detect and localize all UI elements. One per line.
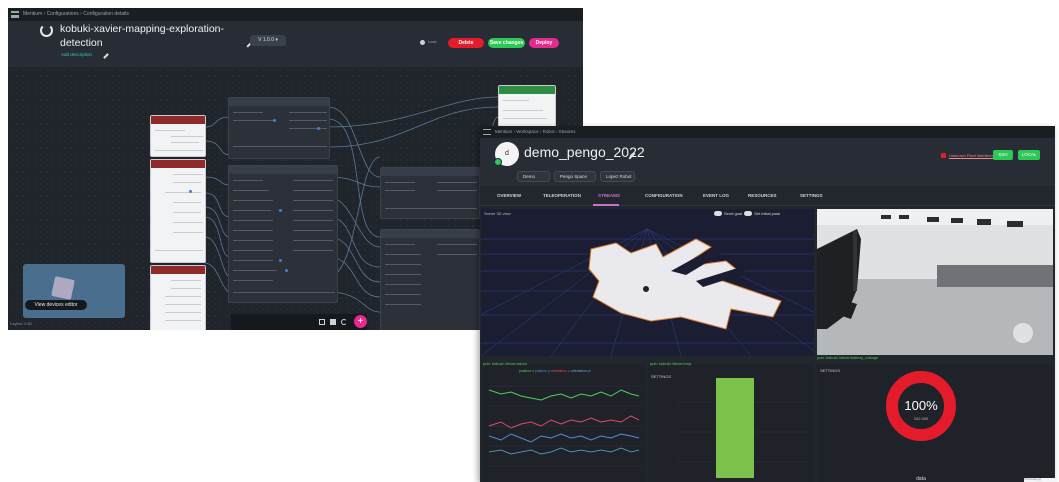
version-selector[interactable]: V 1.0.0 ▾	[250, 35, 286, 46]
tab-bar: OVERVIEW TELEOPERATION STREAMS CONFIGURA…	[480, 186, 1055, 206]
graph-node[interactable]	[380, 167, 480, 219]
local-button[interactable]: LOCAL	[1018, 150, 1040, 160]
robot-name: demo_pengo_2022	[524, 144, 645, 160]
legend-item: position.y	[534, 369, 550, 373]
lock-label: Lock	[428, 39, 437, 44]
line-topic-label: pub: kobuki /driver/odom	[483, 361, 527, 366]
tab-resources[interactable]: RESOURCES	[748, 193, 777, 198]
canvas-toolbar	[231, 314, 367, 330]
corner-watermark: Thumbnails.jpg	[1024, 478, 1056, 482]
online-status-icon	[494, 158, 502, 166]
warning-link[interactable]: Unknown Fleet Interference	[949, 153, 998, 158]
warning-icon	[941, 153, 946, 158]
robot-dashboard-window: Mentium › Workspace › Robot › Streams d …	[480, 126, 1055, 482]
gauge-settings-label[interactable]: SETTINGS	[820, 368, 840, 373]
scene-3d-view[interactable]: Scene 3D view Send goal Set initial pose	[481, 209, 814, 356]
minimap-icon[interactable]	[330, 319, 336, 325]
loading-spinner-icon	[40, 24, 53, 37]
office-photo	[817, 209, 1053, 355]
legend-item: orientation.z	[550, 369, 570, 373]
graph-node[interactable]	[150, 265, 206, 330]
graph-node[interactable]	[228, 165, 338, 303]
lock-toggle[interactable]	[420, 40, 425, 45]
canvas-footer: Layers: 0.62	[10, 321, 33, 326]
send-goal-toggle[interactable]	[714, 211, 722, 217]
tab-configuration[interactable]: CONFIGURATION	[645, 193, 683, 198]
bar-topic-label: pub: kobuki /driver/cmp	[650, 361, 692, 366]
tab-event-log[interactable]: EVENT LOG	[703, 193, 729, 198]
top-bar: Mentium › Configurations › Configuration…	[8, 8, 583, 21]
gauge-raw-value: 102.000	[913, 416, 929, 421]
undo-icon[interactable]	[341, 319, 347, 325]
robot-model-icon	[51, 276, 75, 300]
save-changes-button[interactable]: Save changes	[488, 38, 525, 48]
legend-item: orientation.w	[570, 369, 591, 373]
gauge-caption: data	[916, 476, 926, 482]
description-link[interactable]: Add description	[61, 52, 92, 57]
breadcrumb[interactable]: Mentium › Workspace › Robot › Streams	[495, 129, 575, 134]
delete-button[interactable]: Delete	[448, 38, 484, 48]
graph-node[interactable]	[228, 97, 330, 159]
fit-view-icon[interactable]	[319, 319, 325, 325]
scene-controls: Send goal Set initial pose	[714, 211, 781, 217]
tag-chip[interactable]: Demo	[517, 171, 550, 182]
camera-topic-label: pub: kobuki /driver/battery_voltage	[817, 355, 879, 360]
tab-overview[interactable]: OVERVIEW	[497, 193, 521, 198]
tab-settings[interactable]: SETTINGS	[800, 193, 823, 198]
graph-node[interactable]	[150, 159, 206, 263]
add-node-button[interactable]: +	[354, 315, 367, 328]
breadcrumb[interactable]: Mentium › Configurations › Configuration…	[23, 11, 129, 17]
tag-chip[interactable]: Lopez Robot	[600, 171, 635, 182]
hamburger-menu-icon[interactable]	[11, 11, 19, 18]
active-tab-indicator	[593, 204, 619, 206]
bar-chart-panel[interactable]: pub: kobuki /driver/cmp	[648, 361, 814, 482]
bar-plot	[676, 378, 808, 478]
bar-settings-label[interactable]: SETTINGS	[651, 374, 671, 379]
line-plot	[488, 385, 641, 467]
odom-line-chart[interactable]: pub: kobuki /driver/odom position.x posi…	[481, 361, 646, 482]
page-title: kobuki-xavier-mapping-exploration-detect…	[60, 23, 224, 49]
line-legend: position.x position.y orientation.z orie…	[519, 369, 590, 373]
deploy-button[interactable]: Deploy	[529, 38, 559, 48]
gauge-value: 100%	[904, 398, 938, 413]
scene-label: Scene 3D view	[484, 211, 511, 216]
tab-teleoperation[interactable]: TELEOPERATION	[543, 193, 581, 198]
view-devices-editor-button[interactable]: View devices editor	[25, 300, 87, 310]
set-initial-pose-toggle[interactable]	[744, 211, 753, 217]
tag-chip[interactable]: Pengo Space	[554, 171, 596, 182]
graph-node[interactable]	[150, 115, 206, 157]
camera-stream[interactable]	[817, 209, 1053, 355]
hamburger-menu-icon[interactable]	[483, 129, 491, 135]
map-render	[481, 228, 814, 356]
graph-node[interactable]	[380, 229, 480, 330]
top-bar: Mentium › Workspace › Robot › Streams	[480, 126, 1055, 138]
send-goal-label: Send goal	[724, 211, 743, 216]
set-initial-pose-label: Set initial pose	[754, 211, 781, 216]
tab-streams[interactable]: STREAMS	[598, 193, 620, 198]
ssh-button[interactable]: SSH	[993, 150, 1013, 160]
legend-item: position.x	[519, 369, 534, 373]
